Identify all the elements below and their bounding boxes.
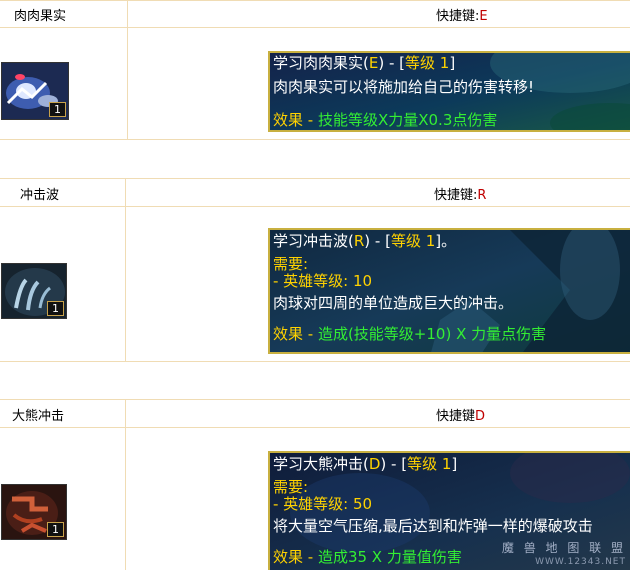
tooltip-description: 肉肉果实可以将施加给自己的伤害转移!	[273, 78, 535, 96]
hotkey-text: 快捷键:	[434, 188, 478, 203]
hotkey-key: D	[475, 409, 486, 424]
table-border	[0, 178, 630, 179]
tooltip-requirement-text: - 英雄等级: 50	[273, 495, 373, 513]
table-border	[125, 399, 126, 570]
tooltip-effect: 效果 - 技能等级X力量X0.3点伤害	[270, 110, 630, 130]
skill-name: 肉肉果实	[14, 9, 67, 24]
tooltip-title-sep: ) - [	[378, 54, 405, 72]
tooltip-title: 学习肉肉果实(E) - [等级 1]	[270, 53, 630, 73]
tooltip-title-text: 学习冲击波(	[273, 232, 354, 250]
tooltip-title-key: R	[353, 232, 365, 250]
table-border	[125, 178, 126, 362]
tooltip-effect-text: 技能等级X力量X0.3点伤害	[317, 111, 498, 129]
shockwave-icon: 1	[1, 263, 67, 319]
skill-name: 冲击波	[20, 188, 60, 203]
table-border	[0, 0, 630, 1]
table-border	[0, 399, 630, 400]
hotkey-label: 快捷键:E	[436, 5, 488, 24]
tooltip-effect-text: 造成35 X 力量值伤害	[317, 548, 462, 566]
table-border	[0, 139, 630, 140]
hotkey-label: 快捷键D	[436, 405, 485, 424]
skill-tooltip: 学习大熊冲击(D) - [等级 1] 需要: - 英雄等级: 50 将大量空气压…	[268, 451, 630, 570]
table-border	[0, 361, 630, 362]
tooltip-requirement-text: - 英雄等级: 10	[273, 272, 373, 290]
tooltip-title-key: D	[368, 455, 381, 473]
hotkey-key: E	[479, 9, 488, 24]
watermark-url: WWW.12343.NET	[535, 557, 626, 567]
hotkey-text: 快捷键:	[436, 9, 480, 24]
tooltip-title: 学习冲击波(R) - [等级 1]。	[270, 231, 630, 251]
tooltip-effect-label: 效果 -	[273, 325, 318, 343]
skill-level-badge: 1	[49, 102, 66, 117]
meat-fruit-icon: 1	[1, 62, 69, 120]
tooltip-title-sep: ) - [	[380, 455, 408, 473]
table-border	[0, 427, 630, 428]
table-border	[127, 0, 128, 140]
tooltip-requirement-label: 需要:	[273, 478, 309, 496]
tooltip-description: 肉球对四周的单位造成巨大的冲击。	[273, 294, 514, 312]
tooltip-requirement-label: 需要:	[273, 255, 309, 273]
tooltip-title-key: E	[368, 54, 379, 72]
tooltip-title-end: ]	[449, 54, 456, 72]
tooltip-title-level: 等级 1	[390, 232, 436, 250]
skill-level-badge: 1	[47, 522, 64, 537]
tooltip-title-level: 等级 1	[405, 54, 450, 72]
tooltip-effect-label: 效果 -	[273, 548, 318, 566]
tooltip-effect-label: 效果 -	[273, 111, 318, 129]
tooltip-title-end: ]。	[435, 232, 457, 250]
table-border	[0, 27, 630, 28]
hotkey-key: R	[477, 188, 487, 203]
tooltip-title-text: 学习大熊冲击(	[273, 455, 369, 473]
hotkey-text: 快捷键	[436, 409, 476, 424]
hotkey-label: 快捷键:R	[434, 184, 486, 203]
table-border	[0, 206, 630, 207]
skill-tooltip: 学习肉肉果实(E) - [等级 1] 肉肉果实可以将施加给自己的伤害转移! 效果…	[268, 51, 630, 132]
tooltip-title-text: 学习肉肉果实(	[273, 54, 369, 72]
tooltip-title-sep: ) - [	[364, 232, 391, 250]
tooltip-effect: 效果 - 造成(技能等级+10) X 力量点伤害	[270, 324, 630, 344]
tooltip-effect-text: 造成(技能等级+10) X 力量点伤害	[317, 325, 547, 343]
tooltip-title-level: 等级 1	[407, 455, 452, 473]
bear-impact-icon: 1	[1, 484, 67, 540]
tooltip-description: 将大量空气压缩,最后达到和炸弹一样的爆破攻击	[273, 517, 593, 535]
skill-tooltip: 学习冲击波(R) - [等级 1]。 需要: - 英雄等级: 10 肉球对四周的…	[268, 228, 630, 354]
skill-name: 大熊冲击	[12, 409, 65, 424]
skill-level-badge: 1	[47, 301, 64, 316]
tooltip-title-end: ]	[451, 455, 458, 473]
tooltip-title: 学习大熊冲击(D) - [等级 1]	[270, 454, 630, 474]
